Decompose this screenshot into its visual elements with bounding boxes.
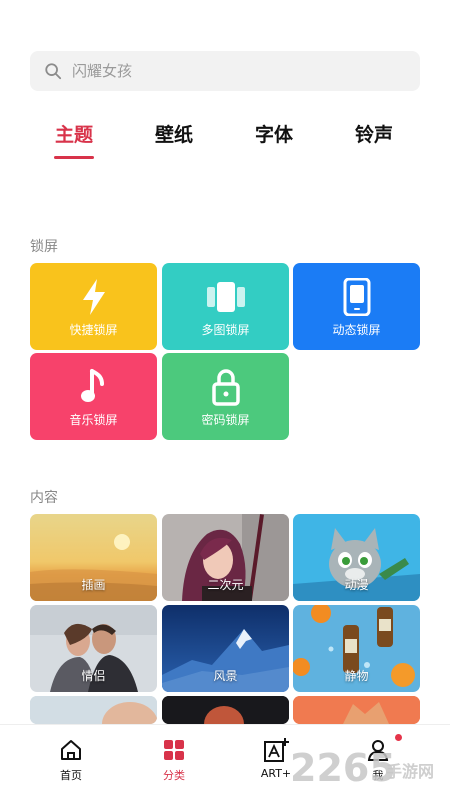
tile-label: 情侣 [81, 669, 106, 683]
nav-label: 分类 [163, 769, 185, 782]
tile-label: 动态锁屏 [332, 323, 381, 337]
tile-quick-lock[interactable]: 快捷锁屏 [30, 263, 157, 350]
lock-section-title: 锁屏 [30, 239, 58, 255]
tile-anime[interactable]: 二次元 [162, 514, 289, 601]
tab-theme[interactable]: 主题 [34, 120, 114, 147]
tab-wallpaper[interactable]: 壁纸 [134, 120, 214, 147]
nav-category[interactable]: 分类 [139, 737, 209, 783]
search-icon [45, 63, 62, 80]
tile-label: 音乐锁屏 [69, 413, 118, 427]
tile-label: 快捷锁屏 [69, 323, 118, 337]
multi-image-icon [206, 277, 246, 317]
nav-home[interactable]: 首页 [36, 737, 106, 783]
content-section-title: 内容 [30, 490, 58, 506]
tab-font[interactable]: 字体 [234, 120, 314, 147]
tile-still-life[interactable]: 静物 [293, 605, 420, 692]
tile-label: 插画 [81, 578, 106, 592]
tile-multi-image-lock[interactable]: 多图锁屏 [162, 263, 289, 350]
tile-row3-1[interactable] [30, 696, 157, 724]
search-bar[interactable] [30, 51, 420, 91]
tile-couple[interactable]: 情侣 [30, 605, 157, 692]
tile-label: 多图锁屏 [201, 323, 250, 337]
tile-row3-3[interactable] [293, 696, 420, 724]
nav-label: 首页 [60, 769, 82, 782]
tile-label: 密码锁屏 [201, 413, 250, 427]
watermark-logo: 2265 手游网 [290, 741, 440, 793]
watermark-number: 2265 [290, 746, 396, 790]
tile-landscape[interactable]: 风景 [162, 605, 289, 692]
tab-ringtone[interactable]: 铃声 [334, 120, 414, 147]
tile-label: 静物 [344, 669, 369, 683]
lock-icon [206, 367, 246, 407]
tile-label: 动漫 [344, 578, 369, 592]
lightning-icon [74, 277, 114, 317]
grid-icon [139, 737, 209, 763]
category-tabs: 主题 壁纸 字体 铃声 [0, 112, 450, 162]
notification-dot [395, 734, 402, 741]
tile-dynamic-lock[interactable]: 动态锁屏 [293, 263, 420, 350]
tile-password-lock[interactable]: 密码锁屏 [162, 353, 289, 440]
active-tab-indicator [54, 156, 94, 159]
tile-row3-2[interactable] [162, 696, 289, 724]
music-note-icon [74, 367, 114, 407]
tile-illustration[interactable]: 插画 [30, 514, 157, 601]
home-icon [36, 737, 106, 763]
search-input[interactable] [72, 62, 392, 80]
phone-icon [337, 277, 377, 317]
tile-cartoon[interactable]: 动漫 [293, 514, 420, 601]
tile-label: 二次元 [207, 578, 244, 592]
watermark-suffix: 手游网 [386, 762, 434, 781]
tile-label: 风景 [213, 669, 238, 683]
tile-music-lock[interactable]: 音乐锁屏 [30, 353, 157, 440]
